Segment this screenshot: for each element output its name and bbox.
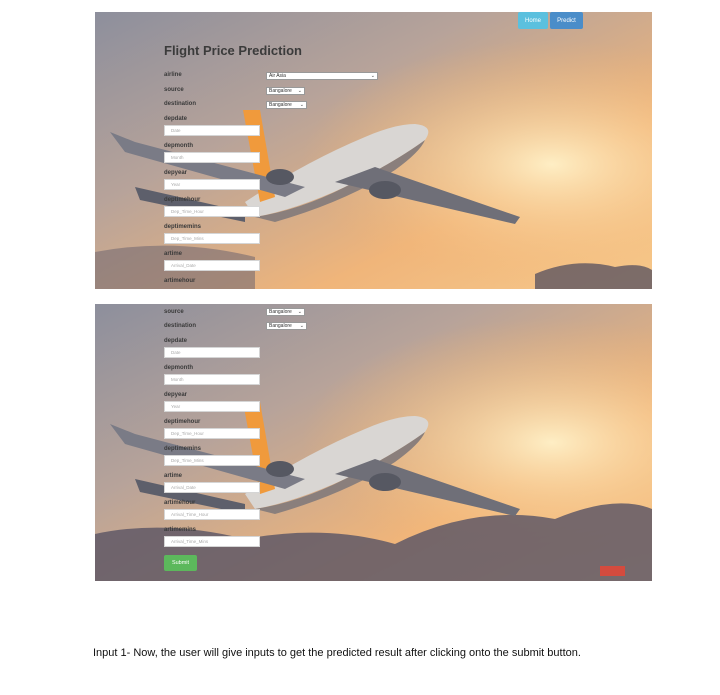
airline-label: airline — [164, 72, 182, 78]
nav-home-button[interactable]: Home — [518, 12, 548, 29]
chevron-down-icon: ⌄ — [297, 88, 302, 94]
deptimehour-label: deptimehour — [164, 419, 201, 425]
deptimehour-label: deptimehour — [164, 197, 201, 203]
depdate-label: depdate — [164, 338, 188, 344]
page: Home Predict Flight Price Prediction air… — [0, 0, 720, 695]
source-select[interactable]: Bangalore ⌄ — [266, 87, 305, 95]
depyear-input[interactable]: Year — [164, 179, 260, 190]
chevron-down-icon: ⌄ — [299, 102, 304, 108]
depyear-label: depyear — [164, 170, 188, 176]
artimemins-label: artimemins — [164, 527, 197, 533]
submit-button[interactable]: Submit — [164, 555, 197, 571]
airline-select-value: Air Asia — [269, 73, 286, 79]
source-select[interactable]: Bangalore ⌄ — [266, 308, 305, 316]
deptimehour-input[interactable]: Dep_Time_Hour — [164, 206, 260, 217]
artimehour-input[interactable]: Arrival_Time_Hour — [164, 509, 260, 520]
source-label: source — [164, 309, 184, 315]
screenshot-top: Home Predict Flight Price Prediction air… — [95, 12, 652, 289]
artime-input[interactable]: Arrival_Date — [164, 482, 260, 493]
airline-select[interactable]: Air Asia ⌄ — [266, 72, 378, 80]
destination-select[interactable]: Bangalore ⌄ — [266, 101, 307, 109]
deptimemins-label: deptimemins — [164, 224, 202, 230]
caption-text: Input 1- Now, the user will give inputs … — [93, 647, 581, 659]
depmonth-label: depmonth — [164, 143, 193, 149]
artime-label: artime — [164, 251, 183, 257]
deptimemins-label: deptimemins — [164, 446, 202, 452]
depdate-label: depdate — [164, 116, 188, 122]
depmonth-input[interactable]: Month — [164, 374, 260, 385]
chevron-down-icon: ⌄ — [370, 73, 375, 79]
artime-input[interactable]: Arrival_Date — [164, 260, 260, 271]
depmonth-label: depmonth — [164, 365, 193, 371]
artimehour-label: artimehour — [164, 500, 196, 506]
artimehour-label: artimehour — [164, 278, 196, 284]
chevron-down-icon: ⌄ — [299, 323, 304, 329]
source-select-value: Bangalore — [269, 309, 292, 315]
source-select-value: Bangalore — [269, 88, 292, 94]
nav-predict-button[interactable]: Predict — [550, 12, 583, 29]
deptimemins-input[interactable]: Dep_Time_Mins — [164, 233, 260, 244]
destination-label: destination — [164, 323, 197, 329]
screenshot-bottom: source Bangalore ⌄ destination Bangalore… — [95, 304, 652, 581]
destination-label: destination — [164, 101, 197, 107]
artimemins-input[interactable]: Arrival_Time_Mins — [164, 536, 260, 547]
destination-select-value: Bangalore — [269, 102, 292, 108]
destination-select[interactable]: Bangalore ⌄ — [266, 322, 307, 330]
depmonth-input[interactable]: Month — [164, 152, 260, 163]
depdate-input[interactable]: Date — [164, 347, 260, 358]
deptimemins-input[interactable]: Dep_Time_Mins — [164, 455, 260, 466]
depyear-label: depyear — [164, 392, 188, 398]
source-label: source — [164, 87, 184, 93]
depdate-input[interactable]: Date — [164, 125, 260, 136]
artime-label: artime — [164, 473, 183, 479]
destination-select-value: Bangalore — [269, 323, 292, 329]
deptimehour-input[interactable]: Dep_Time_Hour — [164, 428, 260, 439]
chevron-down-icon: ⌄ — [297, 309, 302, 315]
page-title: Flight Price Prediction — [164, 43, 302, 58]
depyear-input[interactable]: Year — [164, 401, 260, 412]
